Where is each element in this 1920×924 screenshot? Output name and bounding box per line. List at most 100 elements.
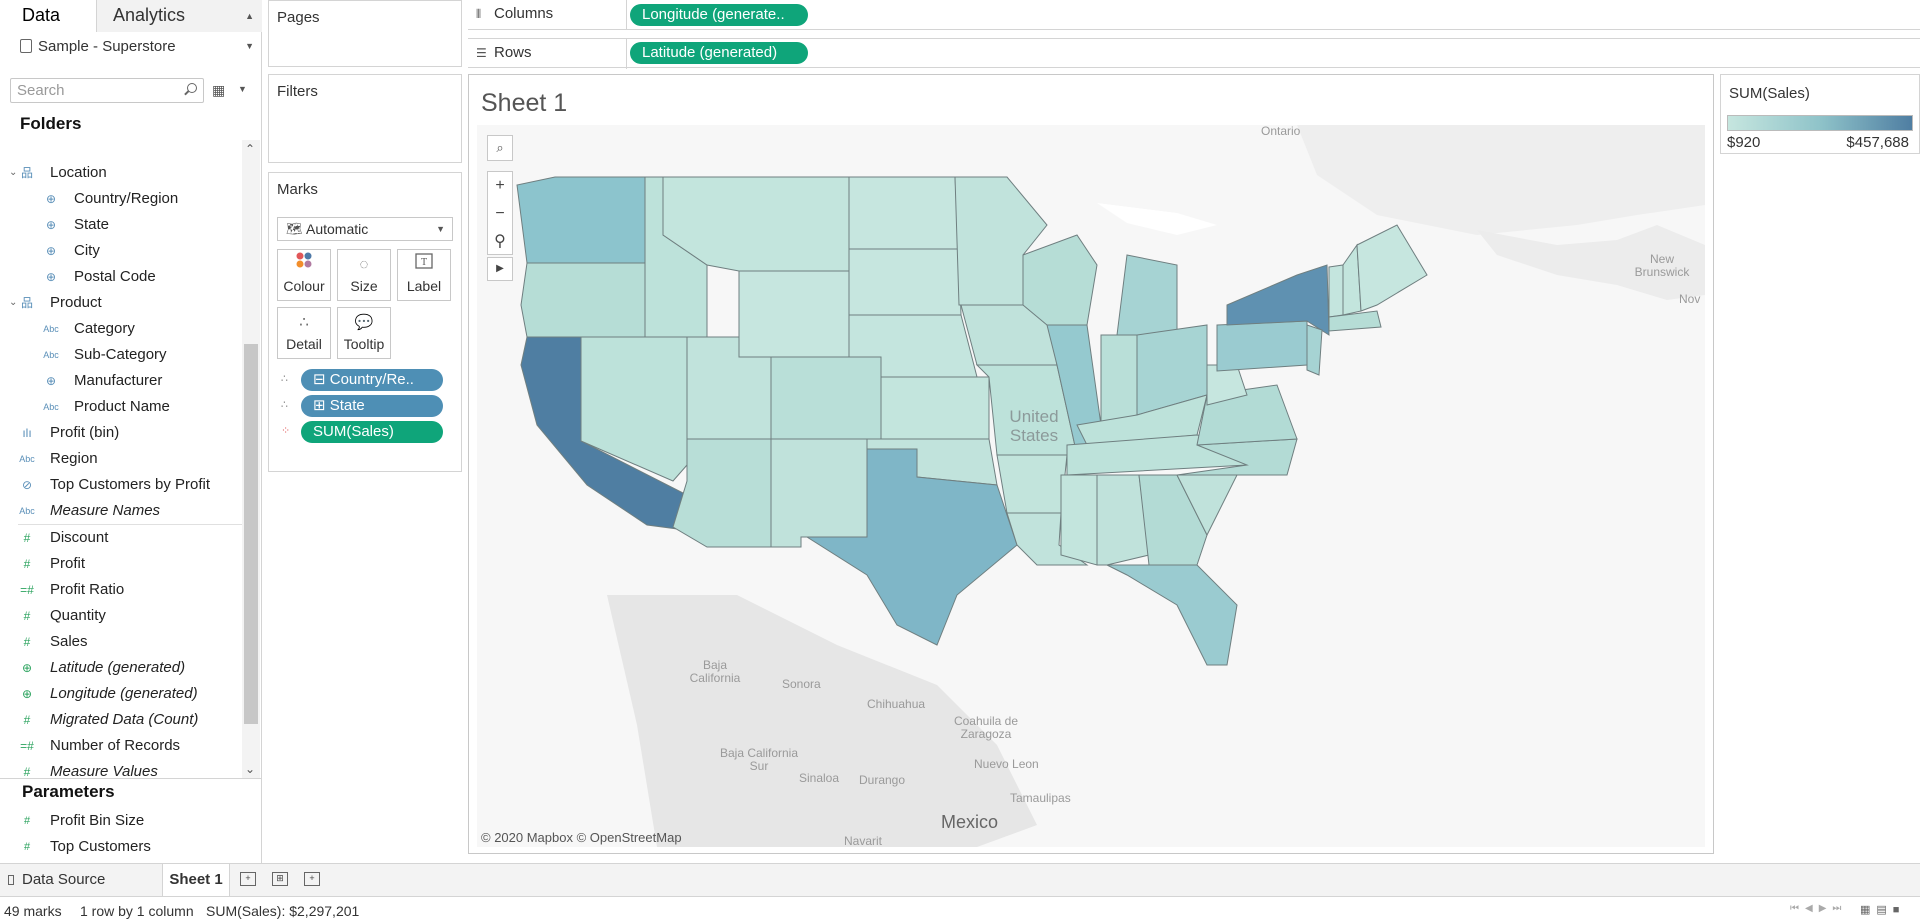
state-washington[interactable] (516, 176, 646, 264)
field-item[interactable]: ⊕ Postal Code (0, 264, 242, 290)
state-michigan[interactable] (1116, 254, 1178, 336)
tab-menu-arrow-icon[interactable]: ▲ ▼ (245, 1, 254, 61)
datasource-name[interactable]: Sample - Superstore (20, 38, 176, 55)
rows-shelf[interactable]: ☰ Rows Latitude (generated) (468, 38, 1920, 69)
marks-pill-country[interactable]: ⊟ Country/Re.. (301, 369, 443, 391)
divider (626, 0, 627, 30)
field-item[interactable]: ılı Profit (bin) (0, 420, 242, 446)
place-label: Durango (859, 773, 906, 787)
field-item[interactable]: Abc Measure Names (0, 498, 242, 524)
tab-data[interactable]: Data (0, 0, 97, 32)
label-button[interactable]: T Label (397, 249, 451, 301)
scroll-up-icon[interactable]: ⌃ (245, 142, 255, 156)
tab-analytics[interactable]: Analytics ▲ ▼ (97, 0, 262, 51)
rows-pill-latitude[interactable]: Latitude (generated) (630, 42, 808, 64)
pages-title: Pages (277, 9, 320, 26)
field-list: ⌄ 品 Location ⊕ Country/Region ⊕ State ⊕ City ⊕ Pos… (0, 160, 242, 778)
field-item[interactable]: ⌄ 品 Location (0, 160, 242, 186)
field-item[interactable]: ⊘ Top Customers by Profit (0, 472, 242, 498)
sheet-title[interactable]: Sheet 1 (481, 89, 567, 118)
filters-shelf[interactable]: Filters (268, 74, 462, 163)
tooltip-button[interactable]: 💬 Tooltip (337, 307, 391, 359)
marks-pill-state[interactable]: ⊞ State (301, 395, 443, 417)
map-view[interactable]: ⌕ + − ⚲ ▶ Ontario New Brunswick Nov Unit… (477, 125, 1705, 847)
mark-type-select[interactable]: 🗺 Automatic ▼ (277, 217, 453, 241)
field-item[interactable]: Abc Category (0, 316, 242, 342)
field-item[interactable]: =# Number of Records (0, 733, 242, 759)
new-story-icon[interactable]: + (304, 872, 320, 886)
map-search-icon[interactable]: ⌕ (487, 135, 513, 161)
view-mode-icon[interactable]: ▦▤■ (1860, 903, 1905, 916)
abc-icon: Abc (43, 350, 59, 360)
zoom-in-icon[interactable]: + (488, 172, 512, 200)
state-south-dakota[interactable] (848, 248, 962, 316)
state-kansas[interactable] (880, 376, 990, 440)
pan-arrow-icon[interactable]: ▶ (487, 257, 513, 281)
columns-pill-longitude[interactable]: Longitude (generate.. (630, 4, 808, 26)
chevron-down-icon[interactable]: ▼ (238, 84, 247, 94)
data-source-tab[interactable]: Data Source (8, 871, 105, 888)
search-input[interactable] (11, 79, 181, 102)
field-item[interactable]: # Quantity (0, 603, 242, 629)
caret-down-icon[interactable]: ⌄ (9, 160, 17, 186)
field-item[interactable]: ⌄ 品 Product (0, 290, 242, 316)
label-label: Label (406, 278, 442, 294)
list-view-icon[interactable]: ▦ (212, 82, 225, 99)
state-arizona[interactable] (672, 438, 772, 548)
rows-label: ☰ Rows (476, 44, 532, 61)
sheet-tab[interactable]: Sheet 1 (162, 864, 230, 897)
sheet-navigation-icon[interactable]: ⏮◀▶⏭ (1790, 903, 1847, 914)
marks-title: Marks (277, 181, 318, 198)
field-item[interactable]: ⊕ Country/Region (0, 186, 242, 212)
parameter-item[interactable]: # Top Customers (0, 834, 242, 860)
field-item[interactable]: ⊕ Manufacturer (0, 368, 242, 394)
state-indiana[interactable] (1100, 334, 1138, 426)
state-vermont[interactable] (1328, 264, 1344, 318)
state-oregon[interactable] (520, 262, 646, 338)
field-item[interactable]: ⊕ City (0, 238, 242, 264)
new-dashboard-icon[interactable]: ⊞ (272, 872, 288, 886)
field-item[interactable]: # Profit (0, 551, 242, 577)
state-new-jersey[interactable] (1306, 324, 1323, 376)
state-arkansas[interactable] (996, 454, 1068, 514)
detail-icon: ∴ (281, 399, 288, 411)
field-item[interactable]: Abc Region (0, 446, 242, 472)
detail-icon: ∴ (299, 314, 309, 331)
field-item[interactable]: Abc Sub-Category (0, 342, 242, 368)
field-item[interactable]: ⊕ State (0, 212, 242, 238)
pages-shelf[interactable]: Pages (268, 0, 462, 67)
state-north-dakota[interactable] (848, 176, 960, 250)
state-mississippi[interactable] (1060, 474, 1098, 566)
scroll-thumb[interactable] (244, 344, 258, 724)
marks-pill-sum-sales[interactable]: SUM(Sales) (301, 421, 443, 443)
size-button[interactable]: ◌ Size (337, 249, 391, 301)
parameter-item[interactable]: # Profit Bin Size (0, 808, 242, 834)
state-new-mexico[interactable] (770, 438, 868, 548)
field-item[interactable]: # Sales (0, 629, 242, 655)
field-item[interactable]: ⊕ Latitude (generated) (0, 655, 242, 681)
zoom-out-icon[interactable]: − (488, 200, 512, 228)
field-list-scrollbar[interactable]: ⌃ ⌄ (242, 140, 260, 778)
pill-label: State (329, 397, 365, 414)
field-label: Product (50, 294, 102, 311)
caret-down-icon[interactable]: ⌄ (9, 290, 17, 316)
pin-icon[interactable]: ⚲ (488, 228, 512, 256)
state-wyoming[interactable] (738, 270, 850, 358)
detail-button[interactable]: ∴ Detail (277, 307, 331, 359)
field-item[interactable]: =# Profit Ratio (0, 577, 242, 603)
tableau-window: Data Analytics▲▼ Sample - Superstore ▦ ▼… (0, 0, 1920, 924)
scroll-down-icon[interactable]: ⌄ (245, 762, 255, 776)
new-worksheet-icon[interactable]: + (240, 872, 256, 886)
field-item[interactable]: # Measure Values (0, 759, 242, 778)
colour-button[interactable]: Colour (277, 249, 331, 301)
columns-shelf[interactable]: ⫴ Columns Longitude (generate.. (468, 0, 1920, 30)
state-pennsylvania[interactable] (1216, 320, 1308, 372)
field-item[interactable]: # Discount (0, 525, 242, 551)
field-item[interactable]: ⊕ Longitude (generated) (0, 681, 242, 707)
color-legend[interactable]: SUM(Sales) $920 $457,688 (1720, 74, 1920, 154)
field-item[interactable]: Abc Product Name (0, 394, 242, 420)
state-colorado[interactable] (770, 356, 882, 440)
search-icon[interactable] (187, 83, 197, 93)
field-item[interactable]: # Migrated Data (Count) (0, 707, 242, 733)
field-label: Measure Names (50, 502, 161, 519)
